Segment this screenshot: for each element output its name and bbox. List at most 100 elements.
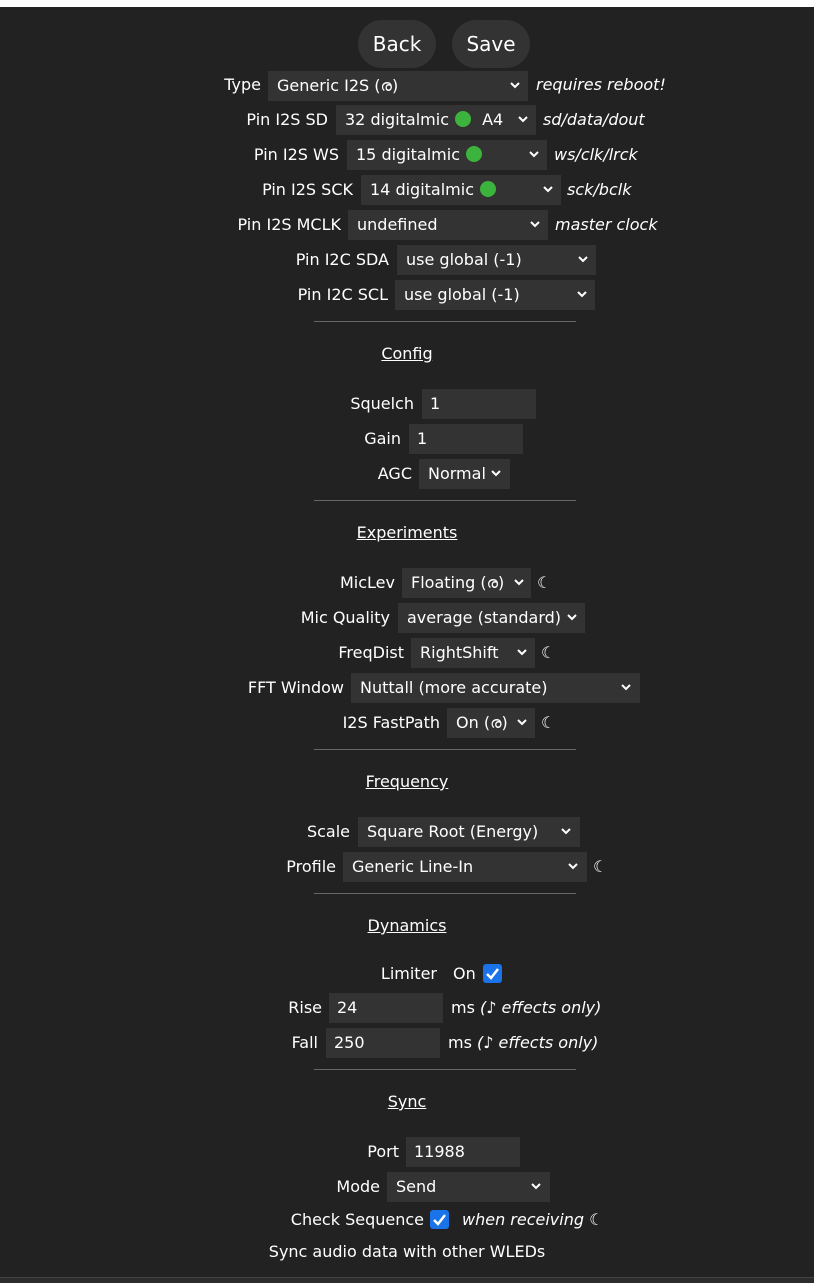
- freqdist-value: RightShift: [420, 643, 499, 662]
- chevron-down-icon: [578, 245, 588, 275]
- moon-icon: ☾: [541, 713, 556, 732]
- effects-note: (♪ effects only): [480, 998, 602, 1017]
- type-select[interactable]: Generic I2S (ര): [268, 71, 528, 101]
- chevron-down-icon: [567, 603, 577, 633]
- chevron-down-icon: [531, 1172, 541, 1202]
- agc-select[interactable]: Normal: [419, 459, 510, 489]
- freqdist-select[interactable]: RightShift: [411, 638, 535, 668]
- chevron-down-icon: [517, 708, 527, 738]
- experiments-heading: Experiments: [356, 523, 458, 542]
- sync-footer-text: Sync audio data with other WLEDs: [268, 1242, 546, 1261]
- chevron-down-icon: [530, 210, 540, 240]
- miclev-value: Floating (ര): [411, 573, 505, 592]
- scale-select[interactable]: Square Root (Energy): [358, 817, 580, 847]
- pin-ws-label: Pin I2S WS: [253, 145, 339, 164]
- ms-unit: ms: [451, 998, 475, 1017]
- chevron-down-icon: [517, 638, 527, 668]
- pin-sck-value: 14 digitalmic: [370, 180, 474, 199]
- pin-sda-label: Pin I2C SDA: [295, 250, 389, 269]
- chevron-down-icon: [518, 105, 528, 135]
- freqdist-label: FreqDist: [338, 643, 404, 662]
- divider: [314, 893, 576, 894]
- check-sequence-checkbox[interactable]: [430, 1210, 449, 1229]
- profile-label: Profile: [286, 857, 336, 876]
- pin-sck-note: sck/bclk: [567, 180, 632, 199]
- gain-label: Gain: [364, 429, 401, 448]
- chevron-down-icon: [568, 852, 578, 882]
- profile-select[interactable]: Generic Line-In: [343, 852, 587, 882]
- squelch-input[interactable]: 1: [422, 389, 536, 419]
- limiter-label: Limiter: [380, 964, 437, 983]
- type-label: Type: [224, 75, 261, 94]
- gain-input[interactable]: 1: [409, 424, 523, 454]
- mic-quality-select[interactable]: average (standard): [398, 603, 585, 633]
- port-input[interactable]: 11988: [406, 1137, 520, 1167]
- pin-mclk-label: Pin I2S MCLK: [237, 215, 342, 234]
- pin-sck-label: Pin I2S SCK: [262, 180, 353, 199]
- moon-icon: ☾: [537, 573, 552, 592]
- mode-label: Mode: [336, 1177, 380, 1196]
- divider: [314, 1069, 576, 1070]
- pin-mclk-select[interactable]: undefined: [348, 210, 548, 240]
- pin-ws-select[interactable]: 15 digitalmic: [347, 140, 547, 170]
- mic-quality-label: Mic Quality: [300, 608, 390, 627]
- frequency-heading: Frequency: [365, 772, 449, 791]
- top-strip: [0, 0, 814, 7]
- rise-label: Rise: [288, 998, 322, 1017]
- fall-input[interactable]: 250: [326, 1028, 440, 1058]
- mode-value: Send: [396, 1177, 437, 1196]
- ms-unit: ms: [448, 1033, 472, 1052]
- miclev-label: MicLev: [340, 573, 395, 592]
- check-sequence-label: Check Sequence: [290, 1210, 424, 1229]
- pin-sd-note: sd/data/dout: [543, 110, 645, 129]
- chevron-down-icon: [543, 175, 553, 205]
- fastpath-select[interactable]: On (ര): [447, 708, 535, 738]
- check-sequence-note: when receiving ☾: [462, 1210, 604, 1229]
- chevron-down-icon: [514, 568, 524, 598]
- fft-window-value: Nuttall (more accurate): [360, 678, 548, 697]
- type-note: requires reboot!: [536, 75, 666, 94]
- pin-sd-label: Pin I2S SD: [246, 110, 328, 129]
- pin-sd-extra: A4: [482, 110, 504, 129]
- status-dot-icon: [480, 181, 496, 197]
- pin-sd-select[interactable]: 32 digitalmic A4: [336, 105, 536, 135]
- limiter-checkbox[interactable]: [483, 964, 502, 983]
- pin-sda-value: use global (-1): [406, 250, 522, 269]
- rise-input[interactable]: 24: [329, 993, 443, 1023]
- effects-note: (♪ effects only): [477, 1033, 599, 1052]
- chevron-down-icon: [621, 673, 631, 703]
- fall-label: Fall: [291, 1033, 318, 1052]
- config-heading: Config: [381, 344, 433, 363]
- divider: [314, 749, 576, 750]
- pin-mclk-value: undefined: [357, 215, 438, 234]
- pin-sda-select[interactable]: use global (-1): [397, 245, 596, 275]
- back-button[interactable]: Back: [358, 20, 436, 68]
- chevron-down-icon: [529, 140, 539, 170]
- divider: [314, 321, 576, 322]
- pin-sck-select[interactable]: 14 digitalmic: [361, 175, 561, 205]
- agc-label: AGC: [377, 464, 412, 483]
- chevron-down-icon: [510, 71, 520, 101]
- moon-icon: ☾: [593, 857, 608, 876]
- mic-quality-value: average (standard): [407, 608, 562, 627]
- save-button[interactable]: Save: [452, 20, 530, 68]
- fastpath-label: I2S FastPath: [342, 713, 440, 732]
- fastpath-value: On (ര): [456, 713, 508, 732]
- miclev-select[interactable]: Floating (ര): [402, 568, 531, 598]
- fall-unit: ms (♪ effects only): [448, 1033, 598, 1052]
- scale-label: Scale: [306, 822, 350, 841]
- limiter-on-label: On: [453, 964, 476, 983]
- type-value: Generic I2S (ര): [277, 76, 399, 95]
- profile-value: Generic Line-In: [352, 857, 474, 876]
- fft-window-select[interactable]: Nuttall (more accurate): [351, 673, 640, 703]
- agc-value: Normal: [428, 464, 486, 483]
- scale-value: Square Root (Energy): [367, 822, 539, 841]
- chevron-down-icon: [491, 459, 501, 489]
- pin-ws-note: ws/clk/lrck: [554, 145, 638, 164]
- status-dot-icon: [455, 111, 471, 127]
- rise-unit: ms (♪ effects only): [451, 998, 601, 1017]
- fft-window-label: FFT Window: [247, 678, 344, 697]
- pin-scl-select[interactable]: use global (-1): [395, 280, 595, 310]
- chevron-down-icon: [577, 280, 587, 310]
- mode-select[interactable]: Send: [387, 1172, 550, 1202]
